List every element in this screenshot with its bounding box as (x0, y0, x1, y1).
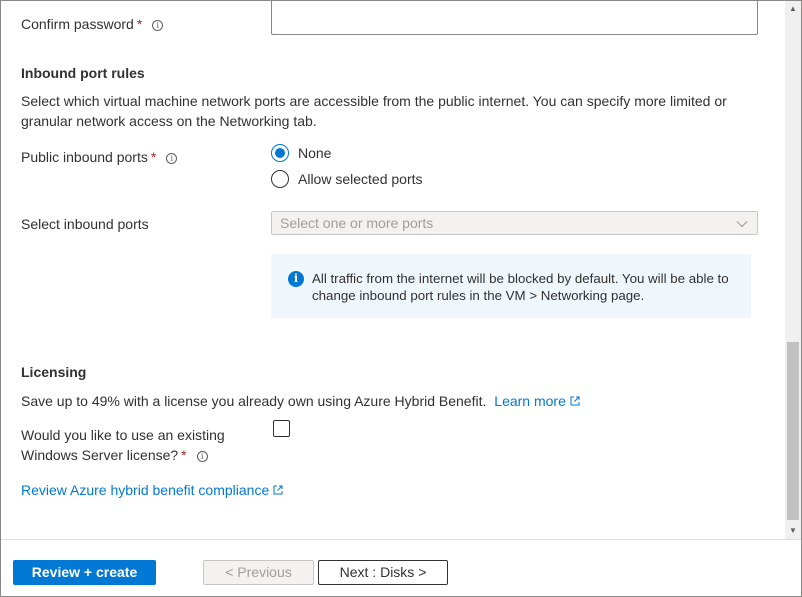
radio-allow-selected-ports[interactable]: Allow selected ports (271, 170, 423, 188)
info-message-box: i All traffic from the internet will be … (271, 254, 751, 318)
existing-license-checkbox[interactable] (273, 420, 290, 437)
external-link-icon (273, 485, 283, 495)
dropdown-placeholder: Select one or more ports (280, 215, 434, 231)
learn-more-link[interactable]: Learn more (494, 393, 580, 409)
radio-button[interactable] (271, 170, 289, 188)
vertical-scrollbar[interactable]: ▲ ▼ (785, 1, 801, 539)
licensing-title: Licensing (21, 364, 87, 380)
radio-allow-label: Allow selected ports (298, 171, 423, 187)
select-inbound-ports-dropdown[interactable]: Select one or more ports (271, 211, 758, 235)
next-disks-button[interactable]: Next : Disks > (318, 560, 448, 585)
radio-button-selected[interactable] (271, 144, 289, 162)
info-icon[interactable]: i (196, 451, 208, 462)
scroll-up-arrow-icon[interactable]: ▲ (785, 1, 801, 17)
existing-license-label: Would you like to use an existing Window… (21, 427, 225, 463)
confirm-password-label: Confirm password * i (21, 16, 164, 32)
form-content: Confirm password * i Inbound port rules Se… (1, 1, 785, 539)
info-icon[interactable]: i (152, 20, 164, 31)
confirm-password-field[interactable] (271, 1, 758, 35)
inbound-port-rules-title: Inbound port rules (21, 65, 145, 81)
review-compliance-link[interactable]: Review Azure hybrid benefit compliance (21, 482, 283, 498)
previous-button[interactable]: < Previous (203, 560, 314, 585)
compliance-link-row: Review Azure hybrid benefit compliance (21, 482, 283, 498)
info-icon[interactable]: i (166, 153, 178, 164)
external-link-icon (570, 396, 580, 406)
footer-bar: Review + create < Previous Next : Disks … (1, 539, 801, 596)
radio-none-label: None (298, 145, 332, 161)
review-create-button[interactable]: Review + create (13, 560, 156, 585)
inbound-description: Select which virtual machine network por… (21, 93, 727, 129)
required-marker: * (150, 149, 157, 165)
info-circle-icon: i (288, 271, 304, 287)
info-message-text: All traffic from the internet will be bl… (312, 271, 729, 303)
select-inbound-ports-label: Select inbound ports (21, 216, 149, 232)
scroll-down-arrow-icon[interactable]: ▼ (785, 523, 801, 539)
chevron-down-icon (736, 221, 748, 228)
required-marker: * (136, 16, 143, 32)
public-inbound-ports-label: Public inbound ports * i (21, 149, 178, 165)
scrollbar-thumb[interactable] (787, 342, 799, 520)
licensing-description: Save up to 49% with a license you alread… (21, 391, 741, 411)
required-marker: * (181, 447, 187, 463)
radio-none[interactable]: None (271, 144, 331, 162)
